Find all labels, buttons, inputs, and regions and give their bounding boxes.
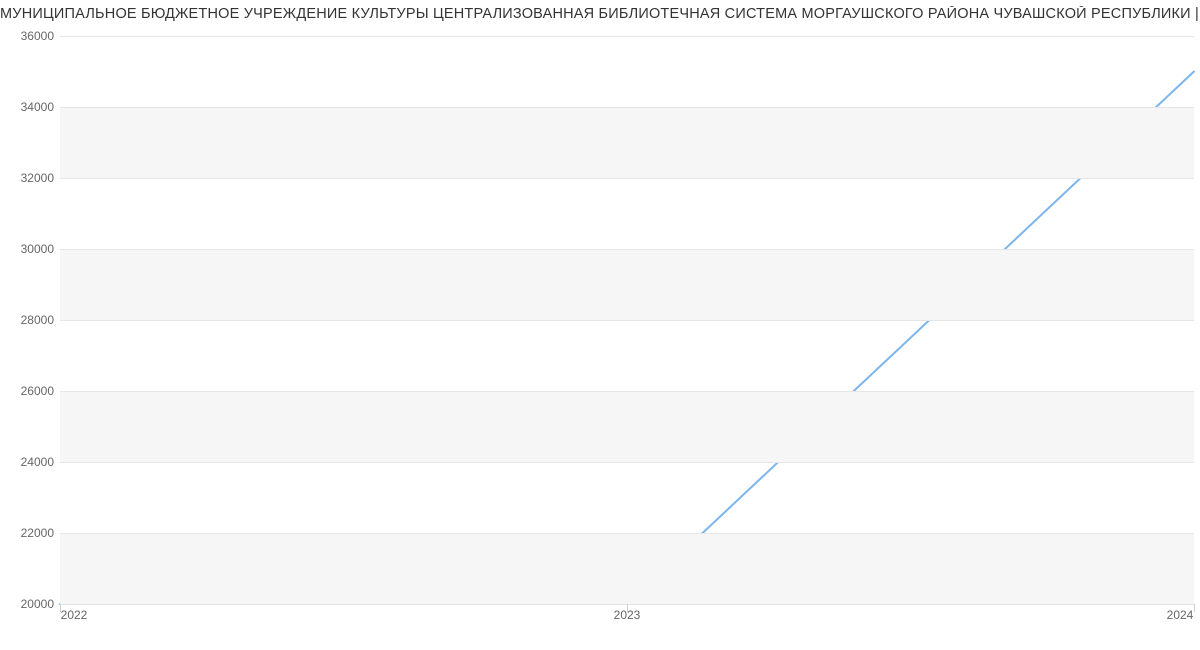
y-tick-label: 34000	[4, 100, 54, 114]
y-tick-label: 26000	[4, 384, 54, 398]
y-gridline	[60, 320, 1194, 321]
x-tick-label: 2022	[61, 608, 88, 622]
grid-band	[60, 249, 1194, 320]
y-tick-label: 22000	[4, 526, 54, 540]
y-tick-label: 28000	[4, 313, 54, 327]
grid-band	[60, 391, 1194, 462]
y-gridline	[60, 107, 1194, 108]
chart-container: МУНИЦИПАЛЬНОЕ БЮДЖЕТНОЕ УЧРЕЖДЕНИЕ КУЛЬТ…	[0, 0, 1200, 650]
y-gridline	[60, 178, 1194, 179]
y-tick-label: 20000	[4, 597, 54, 611]
x-tick	[1194, 604, 1195, 612]
y-gridline	[60, 533, 1194, 534]
x-tick-label: 2023	[614, 608, 641, 622]
y-tick-label: 32000	[4, 171, 54, 185]
x-tick-label: 2024	[1167, 608, 1194, 622]
y-gridline	[60, 462, 1194, 463]
y-gridline	[60, 36, 1194, 37]
grid-band	[60, 533, 1194, 604]
y-tick-label: 24000	[4, 455, 54, 469]
y-gridline	[60, 249, 1194, 250]
y-gridline	[60, 391, 1194, 392]
y-tick-label: 36000	[4, 29, 54, 43]
y-tick-label: 30000	[4, 242, 54, 256]
plot-area	[60, 36, 1194, 605]
grid-band	[60, 107, 1194, 178]
chart-title: МУНИЦИПАЛЬНОЕ БЮДЖЕТНОЕ УЧРЕЖДЕНИЕ КУЛЬТ…	[0, 6, 1200, 22]
